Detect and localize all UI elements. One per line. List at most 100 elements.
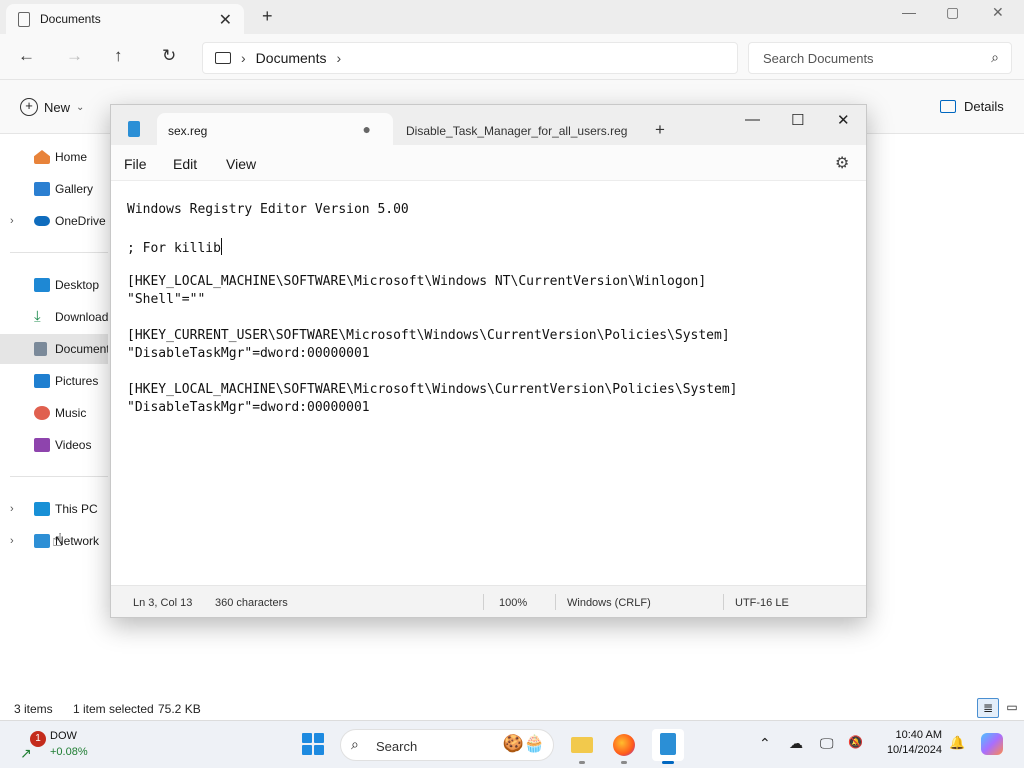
- search-input[interactable]: Search Documents ⌕: [748, 42, 1012, 74]
- sidebar-item-this-pc[interactable]: › This PC: [0, 494, 108, 524]
- stock-chart-icon: ↗: [20, 745, 32, 761]
- minimize-button[interactable]: —: [902, 4, 916, 20]
- address-bar[interactable]: › Documents ›: [202, 42, 738, 74]
- notification-badge: 1: [30, 731, 46, 747]
- sidebar-item-gallery[interactable]: Gallery: [0, 174, 108, 204]
- text-line: ; For killib: [127, 241, 221, 256]
- minimize-button[interactable]: —: [745, 111, 760, 128]
- text-line: [HKEY_LOCAL_MACHINE\SOFTWARE\Microsoft\W…: [127, 274, 707, 289]
- refresh-icon[interactable]: ↻: [162, 46, 176, 66]
- chevron-down-icon: ⌄: [76, 101, 85, 113]
- menu-view[interactable]: View: [226, 156, 256, 172]
- selection-size: 75.2 KB: [158, 702, 201, 716]
- close-window-button[interactable]: ✕: [992, 4, 1004, 21]
- clock[interactable]: 10:40 AM 10/14/2024: [876, 728, 942, 758]
- search-label: Search: [376, 739, 418, 754]
- maximize-button[interactable]: ▢: [946, 4, 959, 21]
- mouse-pointer-icon: ☝: [52, 530, 63, 550]
- download-arrow-icon: ⤓: [34, 308, 41, 325]
- sidebar-item-label: Downloads: [55, 310, 108, 324]
- chevron-right-icon[interactable]: ›: [10, 535, 14, 547]
- menu-edit[interactable]: Edit: [173, 156, 197, 172]
- sidebar-item-home[interactable]: Home: [0, 142, 108, 172]
- notepad-icon: [660, 733, 676, 755]
- sidebar-item-downloads[interactable]: ⤓ Downloads: [0, 302, 108, 332]
- sidebar-item-documents[interactable]: Documents: [0, 334, 108, 364]
- notification-bell-icon[interactable]: 🔔: [949, 735, 965, 751]
- gear-icon[interactable]: ⚙: [835, 153, 849, 173]
- unsaved-dot-icon[interactable]: ●: [363, 121, 371, 137]
- notepad-statusbar: Ln 3, Col 13 360 characters 100% Windows…: [111, 585, 866, 617]
- notepad-taskbar-button[interactable]: [652, 729, 684, 764]
- copilot-icon[interactable]: [981, 733, 1003, 755]
- chevron-right-icon[interactable]: ›: [10, 215, 14, 227]
- cursor-position: Ln 3, Col 13: [133, 597, 193, 609]
- text-editor[interactable]: Windows Registry Editor Version 5.00 ; F…: [111, 181, 866, 584]
- menu-file[interactable]: File: [124, 156, 147, 172]
- sidebar-item-videos[interactable]: Videos: [0, 430, 108, 460]
- sidebar-item-label: Music: [55, 406, 87, 420]
- active-indicator: [662, 761, 674, 764]
- divider: [10, 476, 108, 477]
- show-hidden-icons-chevron-icon[interactable]: ⌃: [759, 735, 771, 752]
- divider: [483, 594, 484, 610]
- new-tab-button[interactable]: +: [655, 120, 665, 140]
- close-window-button[interactable]: ✕: [837, 111, 850, 129]
- chevron-right-icon[interactable]: ›: [10, 503, 14, 515]
- sidebar-item-desktop[interactable]: Desktop: [0, 270, 108, 300]
- search-icon: ⌕: [991, 49, 999, 65]
- details-pane-icon: [940, 100, 956, 113]
- home-icon: [34, 150, 50, 164]
- new-label: New: [44, 99, 71, 115]
- running-indicator: [621, 761, 627, 764]
- tab-disable-task-manager[interactable]: Disable_Task_Manager_for_all_users.reg: [406, 124, 627, 138]
- details-button[interactable]: Details: [940, 99, 1004, 114]
- mute-icon[interactable]: 🔕: [848, 735, 863, 749]
- desktop-icon: [34, 278, 50, 292]
- text-line-with-caret: ; For killib: [127, 238, 222, 256]
- videos-icon: [34, 438, 50, 452]
- maximize-button[interactable]: ☐: [791, 111, 804, 129]
- firefox-icon: [613, 734, 635, 756]
- firefox-taskbar-button[interactable]: [608, 729, 640, 764]
- notepad-icon: [128, 121, 140, 137]
- zoom-level[interactable]: 100%: [499, 597, 527, 609]
- breadcrumb-documents[interactable]: Documents: [256, 50, 327, 66]
- search-icon: ⌕: [351, 736, 359, 752]
- onedrive-icon[interactable]: ☁: [789, 735, 803, 752]
- cloud-icon: [34, 216, 50, 226]
- text-line: "DisableTaskMgr"=dword:00000001: [127, 346, 370, 361]
- new-button[interactable]: + New ⌄: [20, 98, 84, 116]
- sidebar-item-onedrive[interactable]: › OneDrive: [0, 206, 108, 236]
- item-count: 3 items: [14, 702, 53, 716]
- notepad-titlebar: sex.reg ● Disable_Task_Manager_for_all_u…: [111, 105, 866, 145]
- line-ending[interactable]: Windows (CRLF): [567, 597, 651, 609]
- details-view-icon[interactable]: ≣: [977, 698, 999, 718]
- display-icon[interactable]: 🖵: [820, 735, 834, 752]
- sidebar-item-label: Videos: [55, 438, 92, 452]
- tiles-view-icon[interactable]: ▭: [1001, 698, 1023, 718]
- stock-widget[interactable]: 1 ↗ DOW +0.08%: [18, 727, 98, 763]
- breadcrumb-separator[interactable]: ›: [336, 50, 341, 66]
- character-count: 360 characters: [215, 597, 288, 609]
- windows-start-icon[interactable]: [302, 733, 324, 755]
- text-line: [HKEY_LOCAL_MACHINE\SOFTWARE\Microsoft\W…: [127, 382, 738, 397]
- explorer-tab-title: Documents: [40, 12, 101, 26]
- running-indicator: [579, 761, 585, 764]
- close-tab-icon[interactable]: ✕: [219, 10, 232, 30]
- taskbar-search[interactable]: ⌕ Search 🍪🧁: [340, 729, 554, 761]
- new-tab-button[interactable]: +: [262, 6, 273, 27]
- selection-count: 1 item selected: [73, 702, 154, 716]
- file-explorer-taskbar-button[interactable]: [566, 729, 598, 764]
- encoding[interactable]: UTF-16 LE: [735, 597, 789, 609]
- explorer-tab-documents[interactable]: Documents ✕: [6, 4, 244, 34]
- tab-sex-reg[interactable]: sex.reg ●: [157, 113, 393, 145]
- text-line: Windows Registry Editor Version 5.00: [127, 202, 409, 217]
- forward-arrow-icon[interactable]: →: [66, 46, 83, 66]
- back-arrow-icon[interactable]: ←: [18, 46, 35, 66]
- details-label: Details: [964, 99, 1004, 114]
- up-arrow-icon[interactable]: ↑: [114, 46, 123, 66]
- sidebar-item-pictures[interactable]: Pictures: [0, 366, 108, 396]
- sidebar-item-music[interactable]: Music: [0, 398, 108, 428]
- text-line: [HKEY_CURRENT_USER\SOFTWARE\Microsoft\Wi…: [127, 328, 730, 343]
